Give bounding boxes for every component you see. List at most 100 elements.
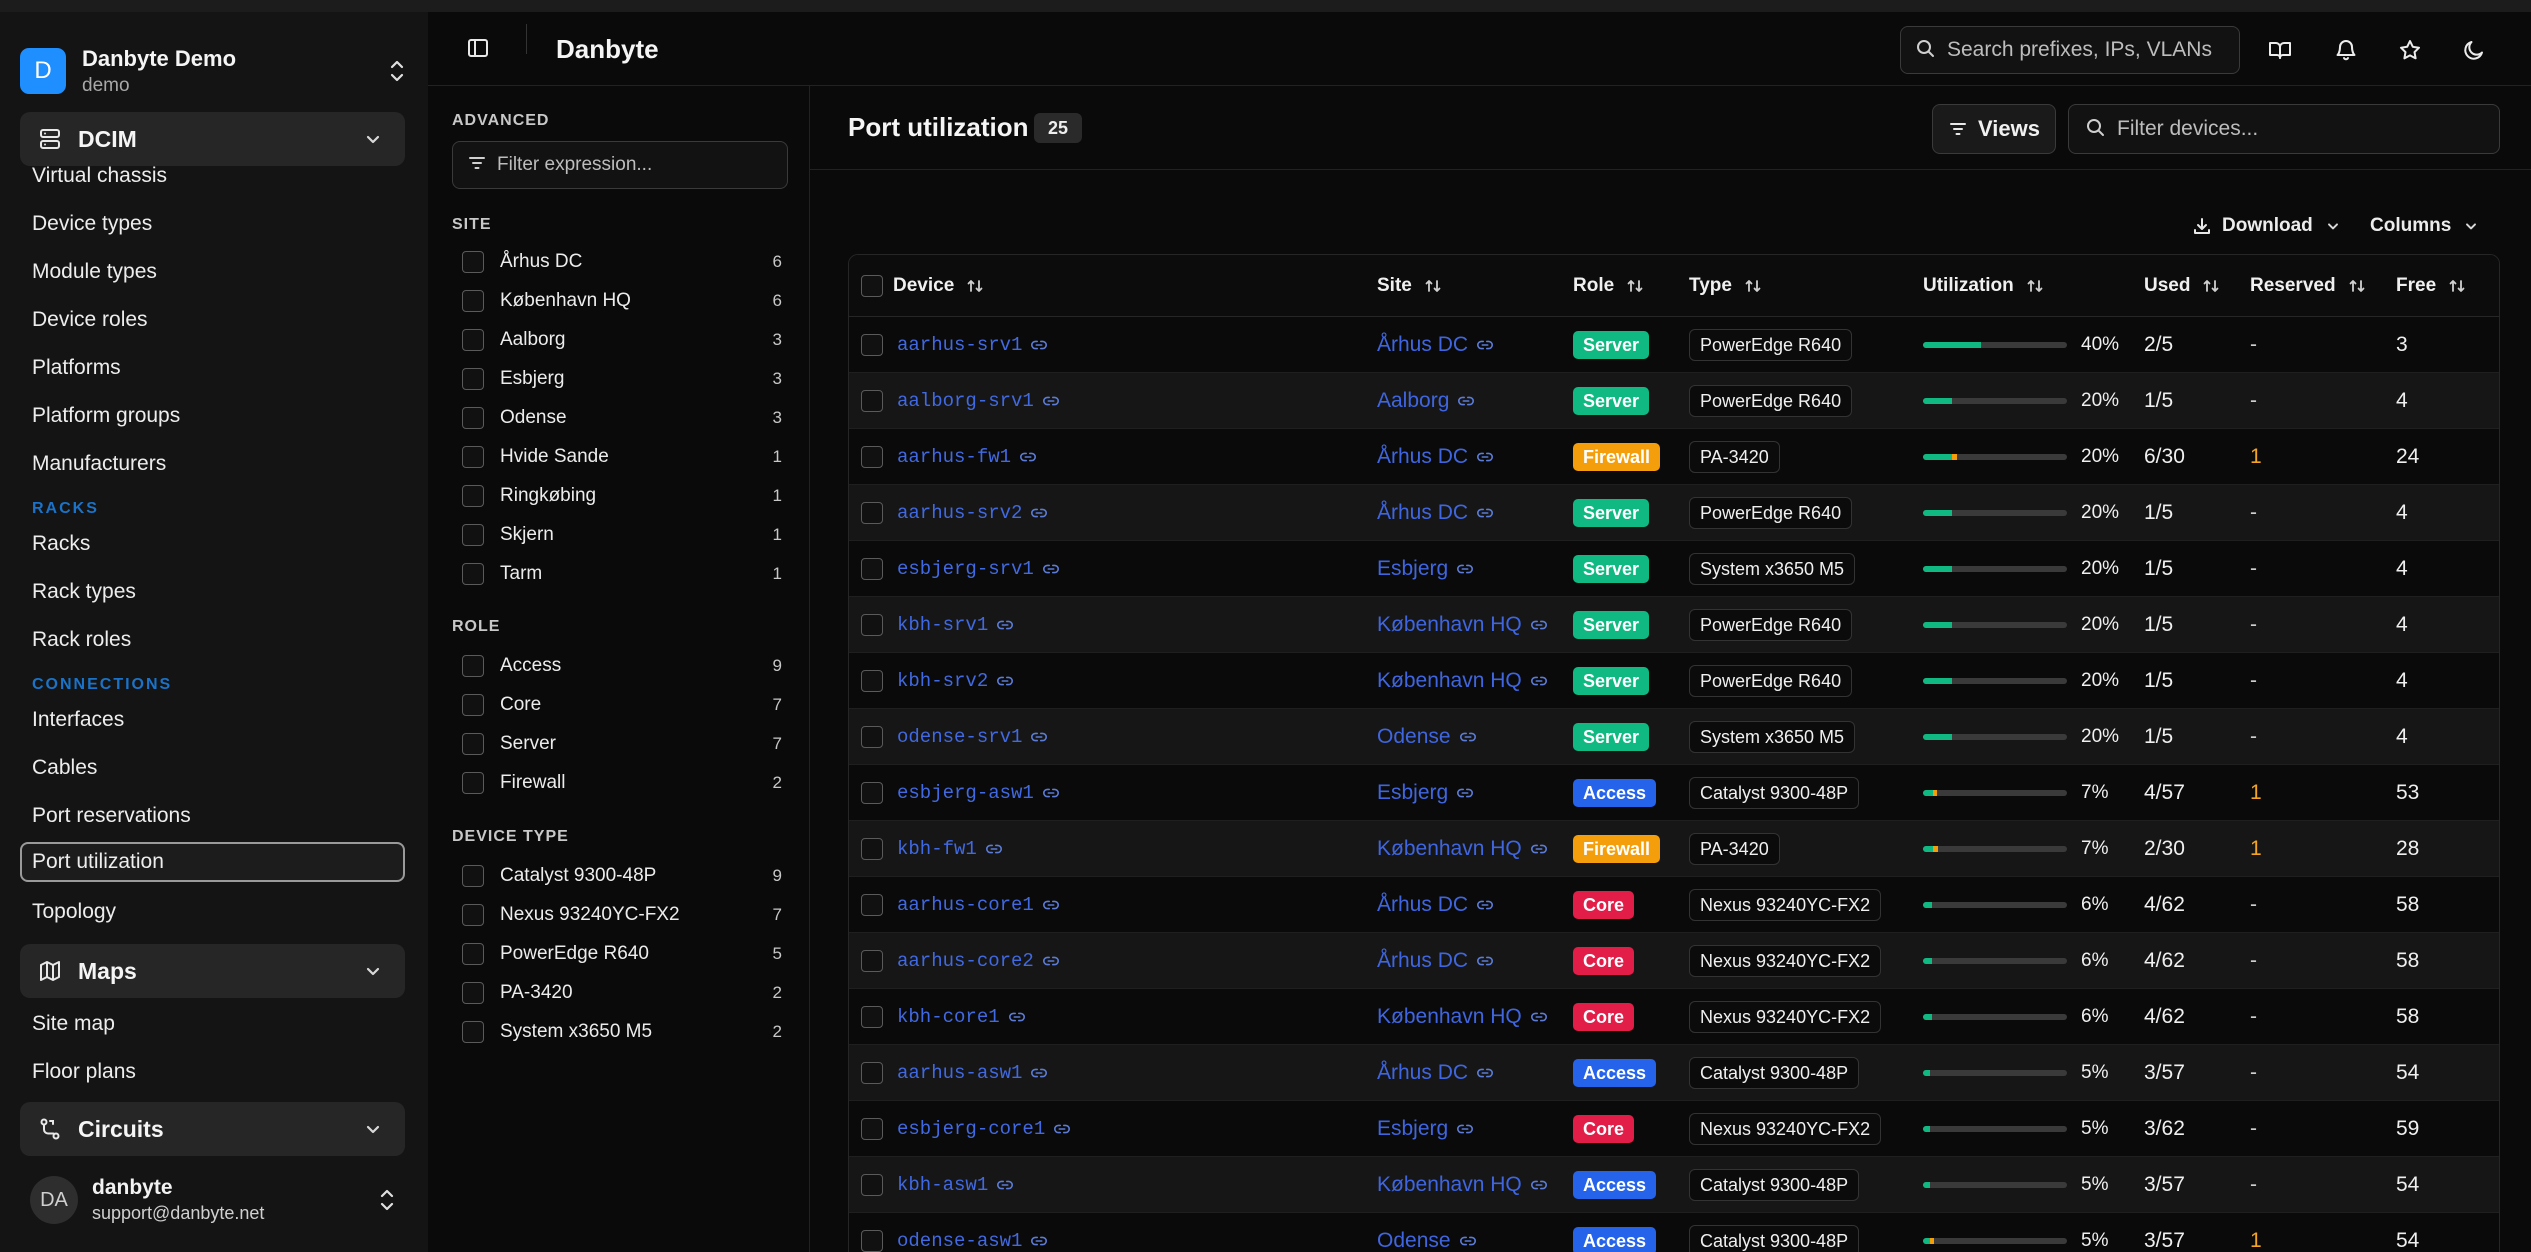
site-filter-option[interactable]: Århus DC 6 [462, 247, 782, 277]
role-filter-checkbox[interactable] [462, 733, 484, 755]
role-filter-checkbox[interactable] [462, 694, 484, 716]
table-row[interactable]: kbh-srv2 København HQ Server PowerEdge R640… [849, 653, 2499, 709]
table-row[interactable]: esbjerg-asw1 Esbjerg Access Catalyst 9300-4… [849, 765, 2499, 821]
table-row[interactable]: aarhus-fw1 Århus DC Firewall PA-3420 20% 6/30… [849, 429, 2499, 485]
workspace-switcher[interactable]: D Danbyte Demo demo [20, 34, 410, 108]
column-header-role[interactable]: Role [1573, 275, 1689, 297]
site-filter-option[interactable]: København HQ 6 [462, 286, 782, 316]
role-filter-option[interactable]: Firewall 2 [462, 768, 782, 798]
site-link[interactable]: Odense [1377, 725, 1451, 749]
filter-expression-input[interactable] [497, 154, 787, 176]
sidebar-item-rack-types[interactable]: Rack types [20, 572, 405, 612]
sidebar-item-virtual-chassis[interactable]: Virtual chassis [20, 156, 405, 196]
row-checkbox[interactable] [861, 1005, 883, 1028]
device-link[interactable]: kbh-srv2 [897, 670, 988, 692]
moon-icon[interactable] [2460, 36, 2488, 64]
sidebar-item-site-map[interactable]: Site map [20, 1004, 405, 1044]
device-link[interactable]: aarhus-core2 [897, 950, 1034, 972]
site-filter-checkbox[interactable] [462, 368, 484, 390]
sidebar-item-device-roles[interactable]: Device roles [20, 300, 405, 340]
column-header-utilization[interactable]: Utilization [1923, 275, 2144, 297]
type-filter-option[interactable]: System x3650 M5 2 [462, 1017, 782, 1047]
user-menu[interactable]: DA danbyte support@danbyte.net [30, 1170, 400, 1230]
column-header-reserved[interactable]: Reserved [2250, 275, 2396, 297]
table-row[interactable]: aarhus-srv2 Århus DC Server PowerEdge R640 2… [849, 485, 2499, 541]
type-filter-checkbox[interactable] [462, 982, 484, 1004]
device-link[interactable]: esbjerg-srv1 [897, 558, 1034, 580]
select-all-checkbox[interactable] [861, 274, 883, 297]
role-filter-option[interactable]: Server 7 [462, 729, 782, 759]
row-checkbox[interactable] [861, 613, 883, 636]
type-filter-checkbox[interactable] [462, 865, 484, 887]
global-search-input[interactable] [1947, 38, 2239, 62]
site-link[interactable]: København HQ [1377, 1005, 1522, 1029]
site-filter-option[interactable]: Skjern 1 [462, 520, 782, 550]
role-filter-checkbox[interactable] [462, 772, 484, 794]
site-link[interactable]: Århus DC [1377, 333, 1468, 357]
table-row[interactable]: esbjerg-core1 Esbjerg Core Nexus 93240YC-FX… [849, 1101, 2499, 1157]
site-filter-option[interactable]: Esbjerg 3 [462, 364, 782, 394]
sidebar-item-platforms[interactable]: Platforms [20, 348, 405, 388]
type-filter-option[interactable]: PowerEdge R640 5 [462, 939, 782, 969]
site-filter-option[interactable]: Odense 3 [462, 403, 782, 433]
column-header-used[interactable]: Used [2144, 275, 2250, 297]
site-filter-option[interactable]: Tarm 1 [462, 559, 782, 589]
device-link[interactable]: esbjerg-core1 [897, 1118, 1045, 1140]
table-row[interactable]: aarhus-core1 Århus DC Core Nexus 93240YC-FX… [849, 877, 2499, 933]
device-link[interactable]: aarhus-core1 [897, 894, 1034, 916]
site-filter-checkbox[interactable] [462, 251, 484, 273]
site-filter-checkbox[interactable] [462, 446, 484, 468]
site-filter-option[interactable]: Hvide Sande 1 [462, 442, 782, 472]
sidebar-item-port-utilization[interactable]: Port utilization [20, 842, 405, 882]
site-filter-checkbox[interactable] [462, 290, 484, 312]
type-filter-checkbox[interactable] [462, 1021, 484, 1043]
row-checkbox[interactable] [861, 333, 883, 356]
site-link[interactable]: Århus DC [1377, 1061, 1468, 1085]
row-checkbox[interactable] [861, 949, 883, 972]
book-open-icon[interactable] [2266, 36, 2294, 64]
site-filter-checkbox[interactable] [462, 329, 484, 351]
column-header-site[interactable]: Site [1377, 275, 1573, 297]
star-icon[interactable] [2396, 36, 2424, 64]
row-checkbox[interactable] [861, 1173, 883, 1196]
site-link[interactable]: København HQ [1377, 837, 1522, 861]
row-checkbox[interactable] [861, 893, 883, 916]
views-button[interactable]: Views [1932, 104, 2056, 154]
sidebar-item-cables[interactable]: Cables [20, 748, 405, 788]
table-row[interactable]: aarhus-srv1 Århus DC Server PowerEdge R640 4… [849, 317, 2499, 373]
table-row[interactable]: aarhus-core2 Århus DC Core Nexus 93240YC-FX… [849, 933, 2499, 989]
row-checkbox[interactable] [861, 1061, 883, 1084]
table-row[interactable]: aarhus-asw1 Århus DC Access Catalyst 9300-4… [849, 1045, 2499, 1101]
device-link[interactable]: kbh-asw1 [897, 1174, 988, 1196]
site-link[interactable]: København HQ [1377, 1173, 1522, 1197]
site-link[interactable]: Århus DC [1377, 893, 1468, 917]
site-link[interactable]: Aalborg [1377, 389, 1449, 413]
sidebar-toggle-icon[interactable] [466, 36, 492, 62]
filter-expression[interactable] [452, 141, 788, 189]
row-checkbox[interactable] [861, 669, 883, 692]
site-filter-checkbox[interactable] [462, 485, 484, 507]
sidebar-item-rack-roles[interactable]: Rack roles [20, 620, 405, 660]
role-filter-option[interactable]: Access 9 [462, 651, 782, 681]
site-link[interactable]: Århus DC [1377, 949, 1468, 973]
table-row[interactable]: kbh-core1 København HQ Core Nexus 93240YC-F… [849, 989, 2499, 1045]
download-button[interactable]: Download [2192, 208, 2341, 244]
table-row[interactable]: esbjerg-srv1 Esbjerg Server System x3650 M5… [849, 541, 2499, 597]
site-link[interactable]: Esbjerg [1377, 781, 1448, 805]
row-checkbox[interactable] [861, 501, 883, 524]
device-link[interactable]: odense-srv1 [897, 726, 1022, 748]
device-link[interactable]: aarhus-asw1 [897, 1062, 1022, 1084]
device-link[interactable]: aarhus-fw1 [897, 446, 1011, 468]
column-header-device[interactable]: Device [893, 275, 1377, 297]
table-row[interactable]: kbh-srv1 København HQ Server PowerEdge R640… [849, 597, 2499, 653]
sidebar-item-floor-plans[interactable]: Floor plans [20, 1052, 405, 1092]
type-filter-option[interactable]: Catalyst 9300-48P 9 [462, 861, 782, 891]
table-row[interactable]: odense-srv1 Odense Server System x3650 M5 20… [849, 709, 2499, 765]
row-checkbox[interactable] [861, 781, 883, 804]
row-checkbox[interactable] [861, 389, 883, 412]
device-link[interactable]: kbh-fw1 [897, 838, 977, 860]
site-filter-checkbox[interactable] [462, 407, 484, 429]
columns-button[interactable]: Columns [2370, 208, 2479, 244]
row-checkbox[interactable] [861, 557, 883, 580]
table-row[interactable]: odense-asw1 Odense Access Catalyst 9300-48P… [849, 1213, 2499, 1252]
